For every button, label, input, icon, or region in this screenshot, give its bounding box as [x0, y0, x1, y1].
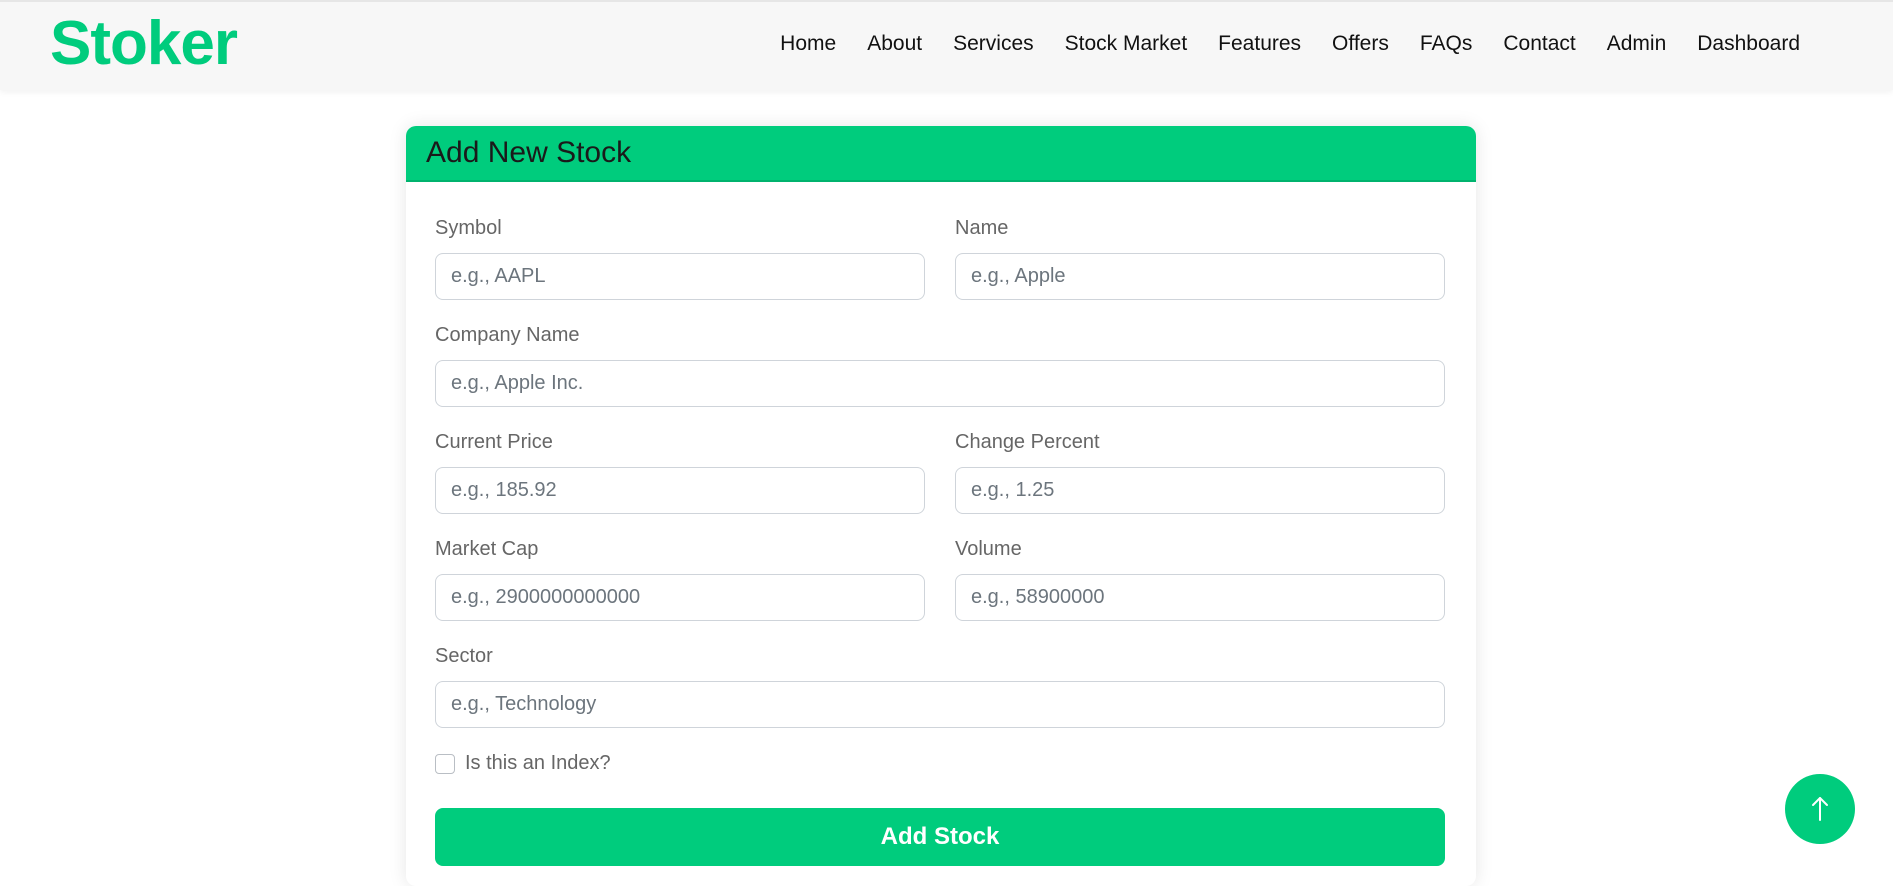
nav-link-offers[interactable]: Offers — [1332, 31, 1389, 57]
nav-link-dashboard[interactable]: Dashboard — [1697, 31, 1800, 57]
nav-link-contact[interactable]: Contact — [1503, 31, 1575, 57]
nav-link-home[interactable]: Home — [780, 31, 836, 57]
arrow-up-icon — [1812, 797, 1828, 821]
symbol-label: Symbol — [435, 217, 502, 239]
is-index-label[interactable]: Is this an Index? — [465, 752, 611, 775]
nav-link-features[interactable]: Features — [1218, 31, 1301, 57]
add-stock-card: Add New Stock Symbol Name Company Name C… — [406, 126, 1476, 886]
name-label: Name — [955, 217, 1009, 239]
card-header: Add New Stock — [406, 126, 1476, 182]
form-title: Add New Stock — [426, 136, 632, 169]
change-percent-input[interactable] — [955, 467, 1445, 514]
is-index-row: Is this an Index? — [435, 752, 611, 775]
volume-input[interactable] — [955, 574, 1445, 621]
nav-link-faqs[interactable]: FAQs — [1420, 31, 1473, 57]
main-nav: Home About Services Stock Market Feature… — [749, 31, 1800, 57]
sector-label: Sector — [435, 645, 493, 667]
brand-logo[interactable]: Stoker — [50, 8, 238, 80]
nav-link-stock-market[interactable]: Stock Market — [1065, 31, 1188, 57]
nav-link-about[interactable]: About — [867, 31, 922, 57]
market-cap-label: Market Cap — [435, 538, 539, 560]
current-price-input[interactable] — [435, 467, 925, 514]
company-name-input[interactable] — [435, 360, 1445, 407]
add-stock-button[interactable]: Add Stock — [435, 808, 1445, 866]
name-input[interactable] — [955, 253, 1445, 300]
scroll-to-top-button[interactable] — [1785, 774, 1855, 844]
sector-input[interactable] — [435, 681, 1445, 728]
change-percent-label: Change Percent — [955, 431, 1100, 453]
is-index-checkbox[interactable] — [435, 753, 455, 774]
current-price-label: Current Price — [435, 431, 553, 453]
symbol-input[interactable] — [435, 253, 925, 300]
navbar: Stoker Home About Services Stock Market … — [0, 0, 1893, 90]
company-name-label: Company Name — [435, 324, 580, 346]
volume-label: Volume — [955, 538, 1022, 560]
nav-link-admin[interactable]: Admin — [1607, 31, 1667, 57]
market-cap-input[interactable] — [435, 574, 925, 621]
nav-link-services[interactable]: Services — [953, 31, 1034, 57]
